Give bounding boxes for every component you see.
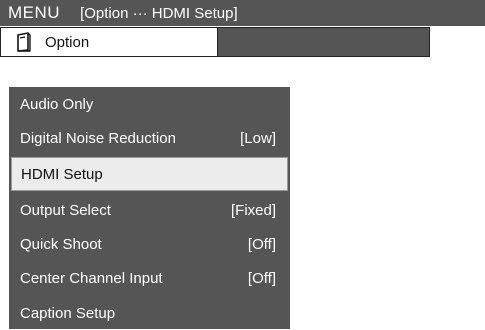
tab-option-label: Option [45, 33, 90, 51]
tab-empty-slot [218, 28, 429, 56]
menu-item-label: Audio Only [20, 95, 94, 113]
menu-item-label: Center Channel Input [20, 269, 163, 287]
menu-item-value: [Off] [247, 269, 276, 287]
option-menu-list: Audio Only Digital Noise Reduction [Low]… [9, 87, 290, 329]
menu-item-label: Caption Setup [20, 304, 116, 322]
menu-item-output-select[interactable]: Output Select [Fixed] [9, 193, 290, 227]
menu-item-hdmi-setup[interactable]: HDMI Setup [11, 157, 288, 191]
menu-item-quick-shoot[interactable]: Quick Shoot [Off] [9, 227, 290, 261]
menu-item-label: Digital Noise Reduction [20, 129, 176, 147]
menu-item-label: HDMI Setup [21, 165, 103, 183]
title-bar: MENU [Option ··· HDMI Setup] [0, 0, 485, 26]
menu-item-audio-only[interactable]: Audio Only [9, 87, 290, 121]
tab-strip: Option [0, 27, 430, 57]
remote-icon [13, 31, 35, 53]
breadcrumb: [Option ··· HDMI Setup] [80, 4, 238, 22]
menu-item-value: [Fixed] [230, 201, 276, 219]
menu-title: MENU [8, 3, 61, 22]
menu-item-center-channel-input[interactable]: Center Channel Input [Off] [9, 261, 290, 295]
tab-option[interactable]: Option [1, 28, 218, 56]
menu-item-value: [Off] [247, 235, 276, 253]
menu-item-digital-noise-reduction[interactable]: Digital Noise Reduction [Low] [9, 121, 290, 155]
menu-item-label: Quick Shoot [20, 235, 102, 253]
menu-item-caption-setup[interactable]: Caption Setup [9, 296, 290, 330]
menu-item-value: [Low] [240, 129, 276, 147]
menu-item-label: Output Select [20, 201, 111, 219]
